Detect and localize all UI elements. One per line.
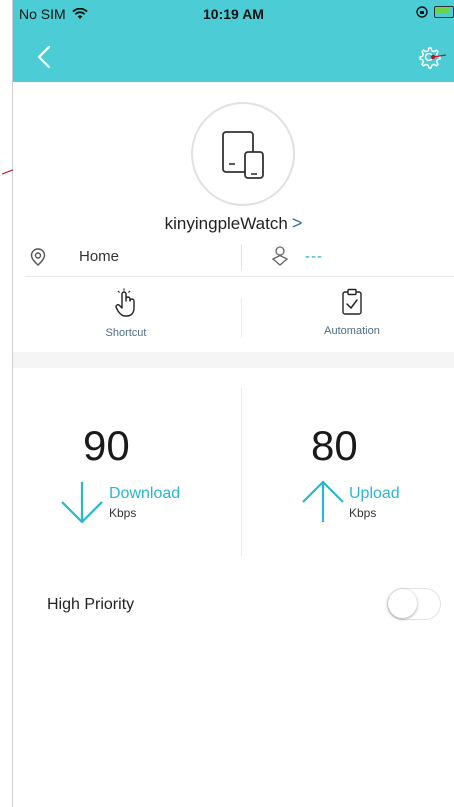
divider [241,298,242,338]
automation-label: Automation [324,325,380,337]
location-pin-icon [30,248,46,266]
divider [241,244,242,270]
divider [25,276,454,277]
person-value[interactable]: --- [305,248,323,265]
shortcut-button[interactable]: Shortcut [71,288,181,339]
upload-label: Upload [349,485,400,502]
gear-icon [419,47,441,69]
arrow-down-icon [61,482,103,524]
chevron-right-icon: > [291,213,303,233]
high-priority-toggle[interactable] [387,588,441,620]
back-button[interactable] [31,42,59,72]
device-avatar[interactable] [191,102,295,206]
actions-row: Shortcut Automation [13,288,454,348]
tablet-phone-icon [222,131,264,179]
device-name: kinyingpleWatch [164,214,288,233]
section-separator [13,352,454,368]
automation-button[interactable]: Automation [297,288,407,337]
app-frame: No SIM 10:19 AM kinyingpleWatch > Home -… [13,0,454,807]
info-row: Home --- [13,240,454,274]
status-time: 10:19 AM [203,6,264,22]
battery-icon [434,6,454,18]
shortcut-label: Shortcut [105,327,147,339]
chevron-left-icon [37,45,51,69]
high-priority-label: High Priority [47,596,135,613]
orientation-lock-icon [416,6,428,18]
arrow-up-icon [302,480,344,522]
status-bar: No SIM 10:19 AM [13,0,454,30]
settings-button[interactable] [416,42,446,72]
location-label[interactable]: Home [79,248,119,265]
speed-panel: 90 Download Kbps 80 Upload Kbps [13,368,454,568]
device-name-link[interactable]: kinyingpleWatch > [13,213,454,234]
person-icon [271,246,289,266]
upload-unit: Kbps [349,506,377,520]
download-unit: Kbps [109,506,137,520]
clipboard-check-icon [342,288,362,315]
download-value: 90 [83,422,130,469]
hand-tap-icon [115,288,135,317]
toggle-knob [388,589,417,618]
divider [241,388,242,556]
download-label: Download [109,485,181,502]
upload-value: 80 [311,422,358,469]
status-right [416,6,454,18]
